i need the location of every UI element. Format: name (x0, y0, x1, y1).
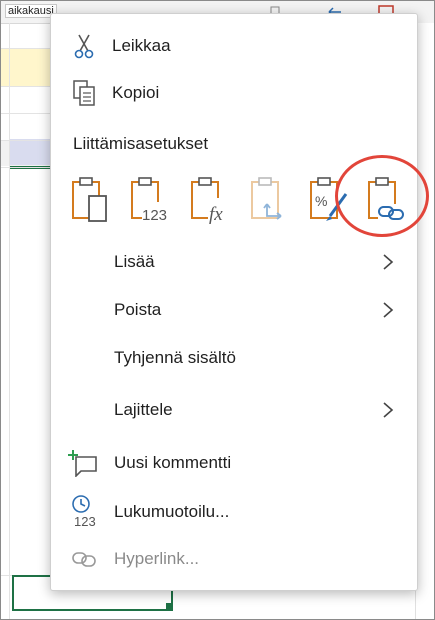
chevron-right-icon (383, 402, 394, 418)
paste-formulas-icon[interactable]: fx (189, 174, 231, 224)
menu-item-label: Tyhjennä sisältö (114, 348, 236, 367)
menu-item-label: Uusi kommentti (114, 453, 232, 472)
window-frame: aikakausi Leikkaa Kopioi Liittämisasetuk… (0, 0, 435, 620)
chevron-right-icon (383, 254, 394, 270)
selected-cell[interactable] (9, 139, 51, 165)
scissors-icon (74, 34, 94, 59)
number-format-icon: 123 (72, 495, 96, 528)
fill-handle[interactable] (166, 603, 172, 609)
menu-item-label: Lisää (114, 252, 155, 271)
paste-formulas-badge: fx (209, 204, 223, 224)
chevron-right-icon (383, 302, 394, 318)
paste-transpose-icon[interactable] (249, 174, 291, 224)
grid-column-line (9, 23, 10, 619)
menu-item-label: Lukumuotoilu... (114, 502, 230, 521)
new-comment-icon (68, 450, 97, 477)
menu-item-label: Poista (114, 300, 162, 319)
paste-values-badge: 123 (142, 207, 167, 224)
link-icon (72, 552, 96, 567)
number-format-badge: 123 (74, 514, 96, 528)
paste-options-title: Liittämisasetukset (73, 134, 209, 153)
menu-item-cut[interactable]: Leikkaa (51, 26, 417, 66)
copy-icon (73, 80, 95, 106)
menu-item-label: Leikkaa (112, 36, 171, 55)
menu-item-delete[interactable]: Poista (51, 290, 417, 330)
menu-item-insert[interactable]: Lisää (51, 242, 417, 282)
paste-values-icon[interactable]: 123 (129, 174, 171, 224)
sheet-right-edge (415, 23, 434, 619)
menu-item-new-comment[interactable]: Uusi kommentti (51, 443, 417, 483)
menu-item-label: Kopioi (112, 83, 160, 102)
menu-item-label: Lajittele (114, 400, 173, 419)
context-menu: Leikkaa Kopioi Liittämisasetukset 123 fx… (50, 13, 418, 591)
menu-item-number-format[interactable]: 123 Lukumuotoilu... (51, 492, 417, 532)
menu-item-hyperlink[interactable]: Hyperlink... (51, 539, 417, 579)
menu-item-label: Hyperlink... (114, 549, 200, 568)
menu-item-copy[interactable]: Kopioi (51, 73, 417, 113)
svg-text:%: % (315, 193, 327, 209)
menu-item-clear-contents[interactable]: Tyhjennä sisältö (51, 338, 417, 378)
highlight-circle (335, 155, 429, 237)
paste-icon[interactable] (70, 174, 112, 224)
menu-item-sort[interactable]: Lajittele (51, 390, 417, 430)
